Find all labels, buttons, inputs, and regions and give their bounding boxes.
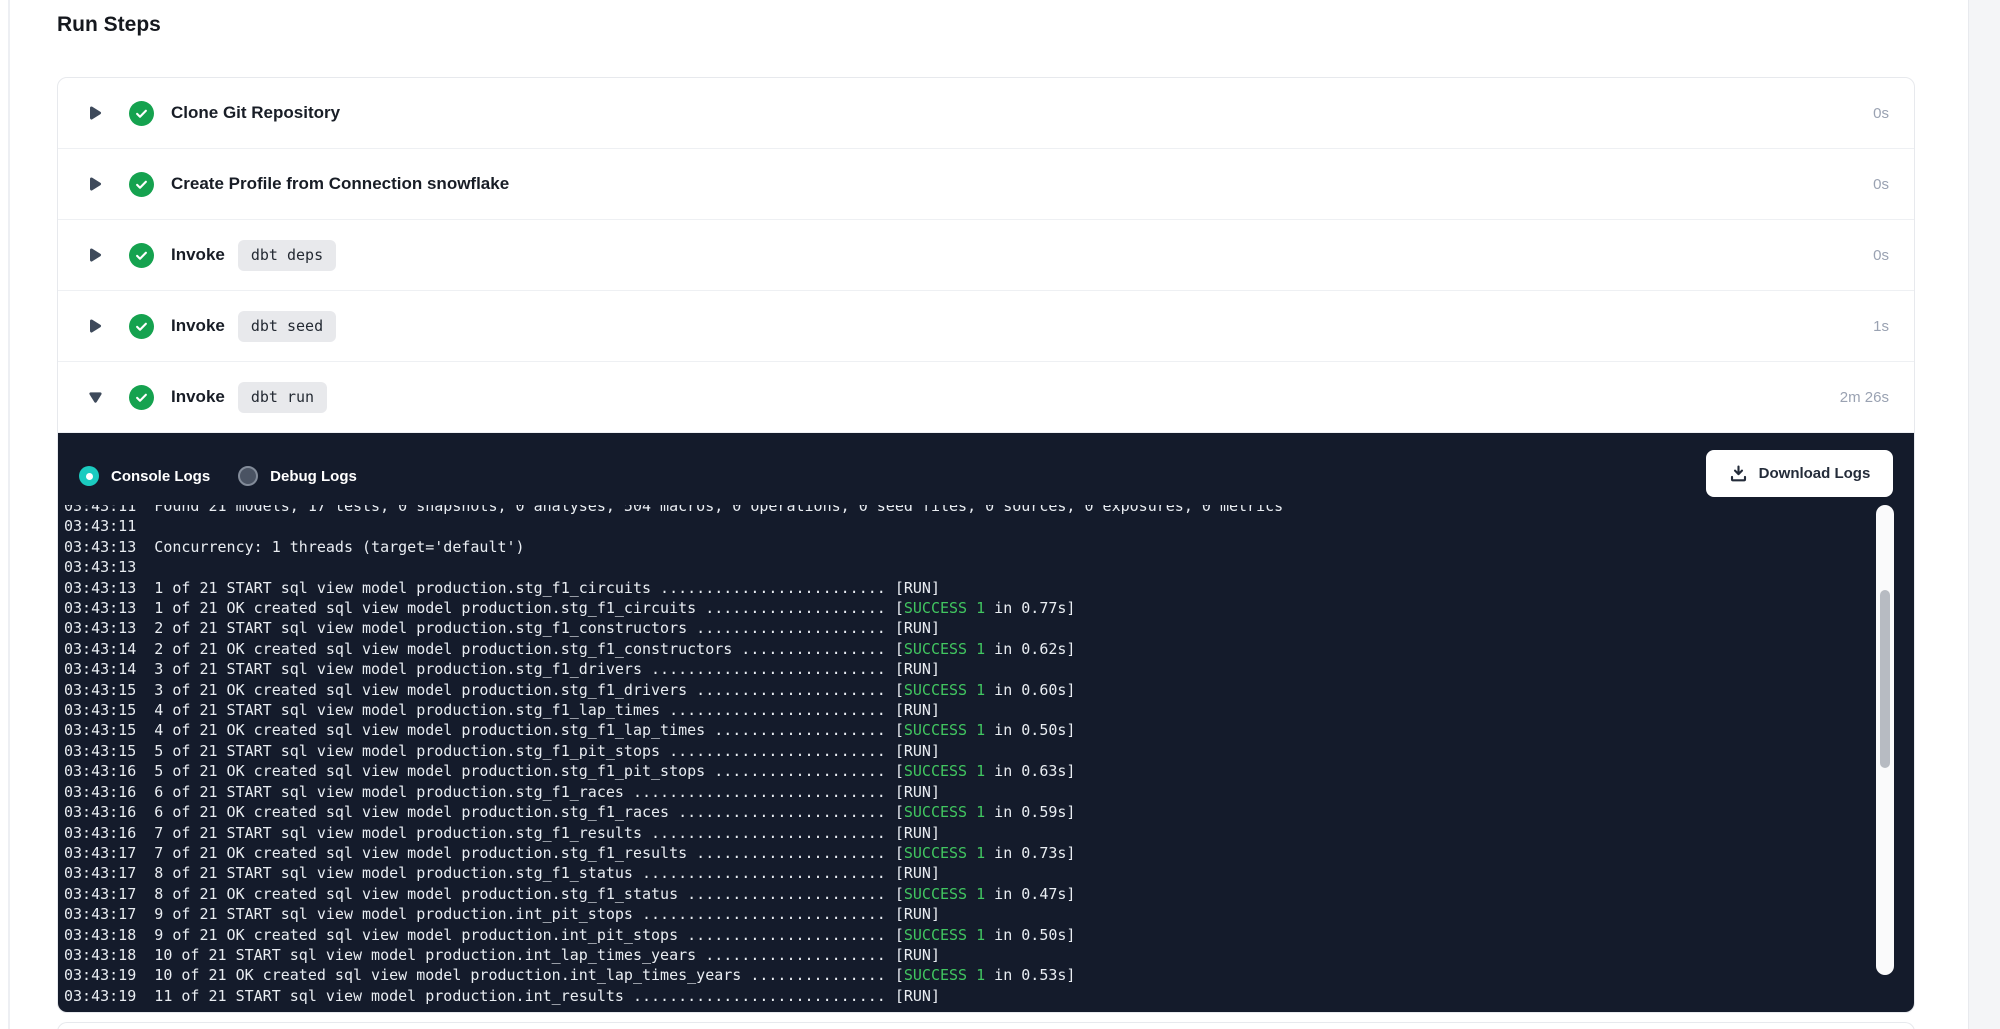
log-line: 03:43:15 4 of 21 OK created sql view mod… [64,720,1869,740]
log-line: 03:43:11 Found 21 models, 17 tests, 0 sn… [64,505,1869,516]
expand-chevron-icon[interactable] [88,105,103,121]
log-scrollbar-thumb[interactable] [1880,590,1890,768]
step-row-1[interactable]: Clone Git Repository 0s [58,78,1914,149]
step-duration: 0s [1873,105,1889,122]
step-duration: 1s [1873,318,1889,335]
log-line: 03:43:13 [64,557,1869,577]
log-line: 03:43:17 9 of 21 START sql view model pr… [64,904,1869,924]
step-duration: 0s [1873,247,1889,264]
radio-icon[interactable] [238,466,258,486]
step-row-2[interactable]: Create Profile from Connection snowflake… [58,149,1914,220]
console-log-output[interactable]: 03:43:11 Found 21 models, 17 tests, 0 sn… [58,505,1869,1010]
success-check-icon [129,385,154,410]
radio-icon[interactable] [79,466,99,486]
success-check-icon [129,243,154,268]
log-line: 03:43:16 6 of 21 START sql view model pr… [64,782,1869,802]
step-label: Invoke [171,316,225,336]
log-line: 03:43:16 5 of 21 OK created sql view mod… [64,761,1869,781]
step-row-5[interactable]: Invoke dbt run 2m 26s [58,362,1914,433]
step-label: Create Profile from Connection snowflake [171,174,509,194]
left-divider [8,0,10,1029]
log-line: 03:43:18 9 of 21 OK created sql view mod… [64,925,1869,945]
download-icon [1729,464,1748,483]
log-line: 03:43:15 4 of 21 START sql view model pr… [64,700,1869,720]
step-label: Invoke [171,245,225,265]
log-panel: Console Logs Debug Logs Download Logs 03… [58,433,1914,1012]
log-tab[interactable]: Console Logs [79,466,210,486]
step-row-4[interactable]: Invoke dbt seed 1s [58,291,1914,362]
log-line: 03:43:17 7 of 21 OK created sql view mod… [64,843,1869,863]
log-line: 03:43:13 1 of 21 START sql view model pr… [64,578,1869,598]
next-section-edge [57,1022,1915,1029]
log-line: 03:43:19 10 of 21 OK created sql view mo… [64,965,1869,985]
step-duration: 0s [1873,176,1889,193]
expand-chevron-icon[interactable] [88,391,103,404]
success-check-icon [129,314,154,339]
step-label: Clone Git Repository [171,103,340,123]
log-tabs: Console Logs Debug Logs [79,466,357,486]
step-command-badge: dbt deps [238,240,336,271]
download-logs-label: Download Logs [1759,465,1871,482]
page-title: Run Steps [57,13,161,37]
step-command-badge: dbt seed [238,311,336,342]
expand-chevron-icon[interactable] [88,176,103,192]
log-line: 03:43:13 Concurrency: 1 threads (target=… [64,537,1869,557]
right-gutter [1968,0,2000,1029]
log-tab-label: Console Logs [111,468,210,485]
log-line: 03:43:17 8 of 21 START sql view model pr… [64,863,1869,883]
step-command-badge: dbt run [238,382,327,413]
download-logs-button[interactable]: Download Logs [1706,450,1893,497]
log-scrollbar[interactable] [1876,505,1894,975]
log-line: 03:43:18 10 of 21 START sql view model p… [64,945,1869,965]
log-line: 03:43:11 [64,516,1869,536]
log-line: 03:43:15 3 of 21 OK created sql view mod… [64,680,1869,700]
step-row-3[interactable]: Invoke dbt deps 0s [58,220,1914,291]
log-line: 03:43:17 8 of 21 OK created sql view mod… [64,884,1869,904]
log-line: 03:43:14 3 of 21 START sql view model pr… [64,659,1869,679]
log-tab[interactable]: Debug Logs [238,466,357,486]
run-steps-card: Clone Git Repository 0s Create Profile f… [57,77,1915,1013]
log-line: 03:43:15 5 of 21 START sql view model pr… [64,741,1869,761]
success-check-icon [129,101,154,126]
log-line: 03:43:16 7 of 21 START sql view model pr… [64,823,1869,843]
log-line: 03:43:14 2 of 21 OK created sql view mod… [64,639,1869,659]
log-tab-label: Debug Logs [270,468,357,485]
expand-chevron-icon[interactable] [88,247,103,263]
log-line: 03:43:13 2 of 21 START sql view model pr… [64,618,1869,638]
log-line: 03:43:13 1 of 21 OK created sql view mod… [64,598,1869,618]
run-steps-list: Clone Git Repository 0s Create Profile f… [58,78,1914,433]
success-check-icon [129,172,154,197]
log-content: 03:43:11 Found 21 models, 17 tests, 0 sn… [58,505,1869,1006]
step-duration: 2m 26s [1840,389,1889,406]
log-line: 03:43:16 6 of 21 OK created sql view mod… [64,802,1869,822]
step-label: Invoke [171,387,225,407]
expand-chevron-icon[interactable] [88,318,103,334]
log-line: 03:43:19 11 of 21 START sql view model p… [64,986,1869,1006]
